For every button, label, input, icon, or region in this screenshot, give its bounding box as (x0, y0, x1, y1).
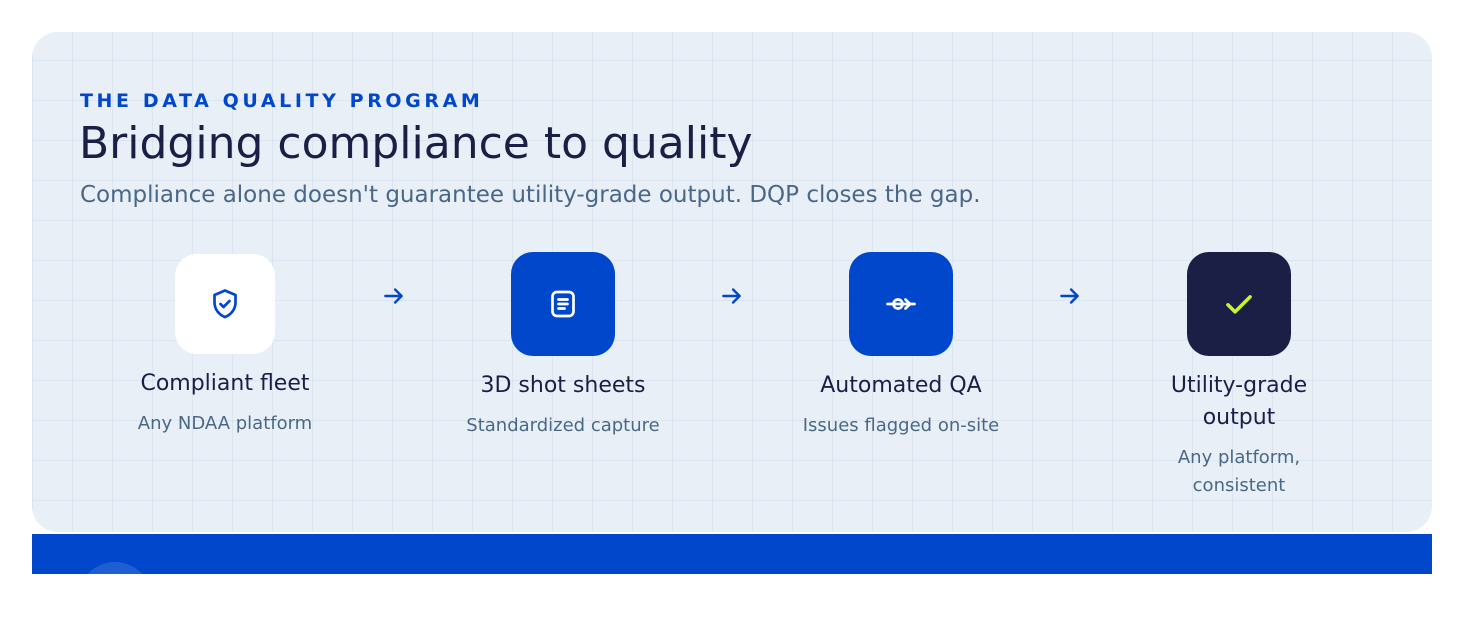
flow-arrow (717, 281, 747, 311)
section-title: Bridging compliance to quality (79, 118, 753, 169)
step-icon-tile (175, 254, 275, 354)
section-subtitle: Compliance alone doesn't guarantee utili… (80, 182, 981, 208)
step-title: Compliant fleet (140, 371, 310, 396)
arrow-right-icon (722, 288, 741, 304)
step-title: Automated QA (820, 373, 982, 398)
check-icon (1226, 295, 1252, 314)
step-subtitle: Any NDAA platform (137, 413, 313, 434)
step-utility-grade-output: Utility-grade output Any platform, consi… (1109, 252, 1369, 500)
step-subtitle: Issues flagged on-site (802, 415, 1000, 436)
step-title: 3D shot sheets (480, 373, 646, 398)
dqp-section-card: THE DATA QUALITY PROGRAM Bridging compli… (32, 32, 1432, 532)
step-automated-qa: Automated QA Issues flagged on-site (771, 252, 1031, 440)
step-3d-shot-sheets: 3D shot sheets Standardized capture (433, 252, 693, 440)
flow-arrow (379, 281, 409, 311)
step-icon-tile (511, 252, 615, 356)
next-section-bar (32, 534, 1432, 636)
commit-arrow-icon (886, 298, 916, 310)
flow-arrow (1055, 281, 1085, 311)
step-subtitle: Any platform, consistent (1177, 447, 1301, 496)
document-icon (551, 290, 575, 318)
decorative-circle (78, 562, 152, 636)
step-icon-tile (849, 252, 953, 356)
step-subtitle: Standardized capture (466, 415, 660, 436)
section-eyebrow: THE DATA QUALITY PROGRAM (80, 90, 484, 112)
step-compliant-fleet: Compliant fleet Any NDAA platform (95, 252, 355, 438)
arrow-right-icon (384, 288, 403, 304)
step-title: Utility-grade output (1170, 373, 1308, 430)
arrow-right-icon (1060, 288, 1079, 304)
step-icon-tile (1187, 252, 1291, 356)
shield-check-icon (213, 289, 237, 319)
